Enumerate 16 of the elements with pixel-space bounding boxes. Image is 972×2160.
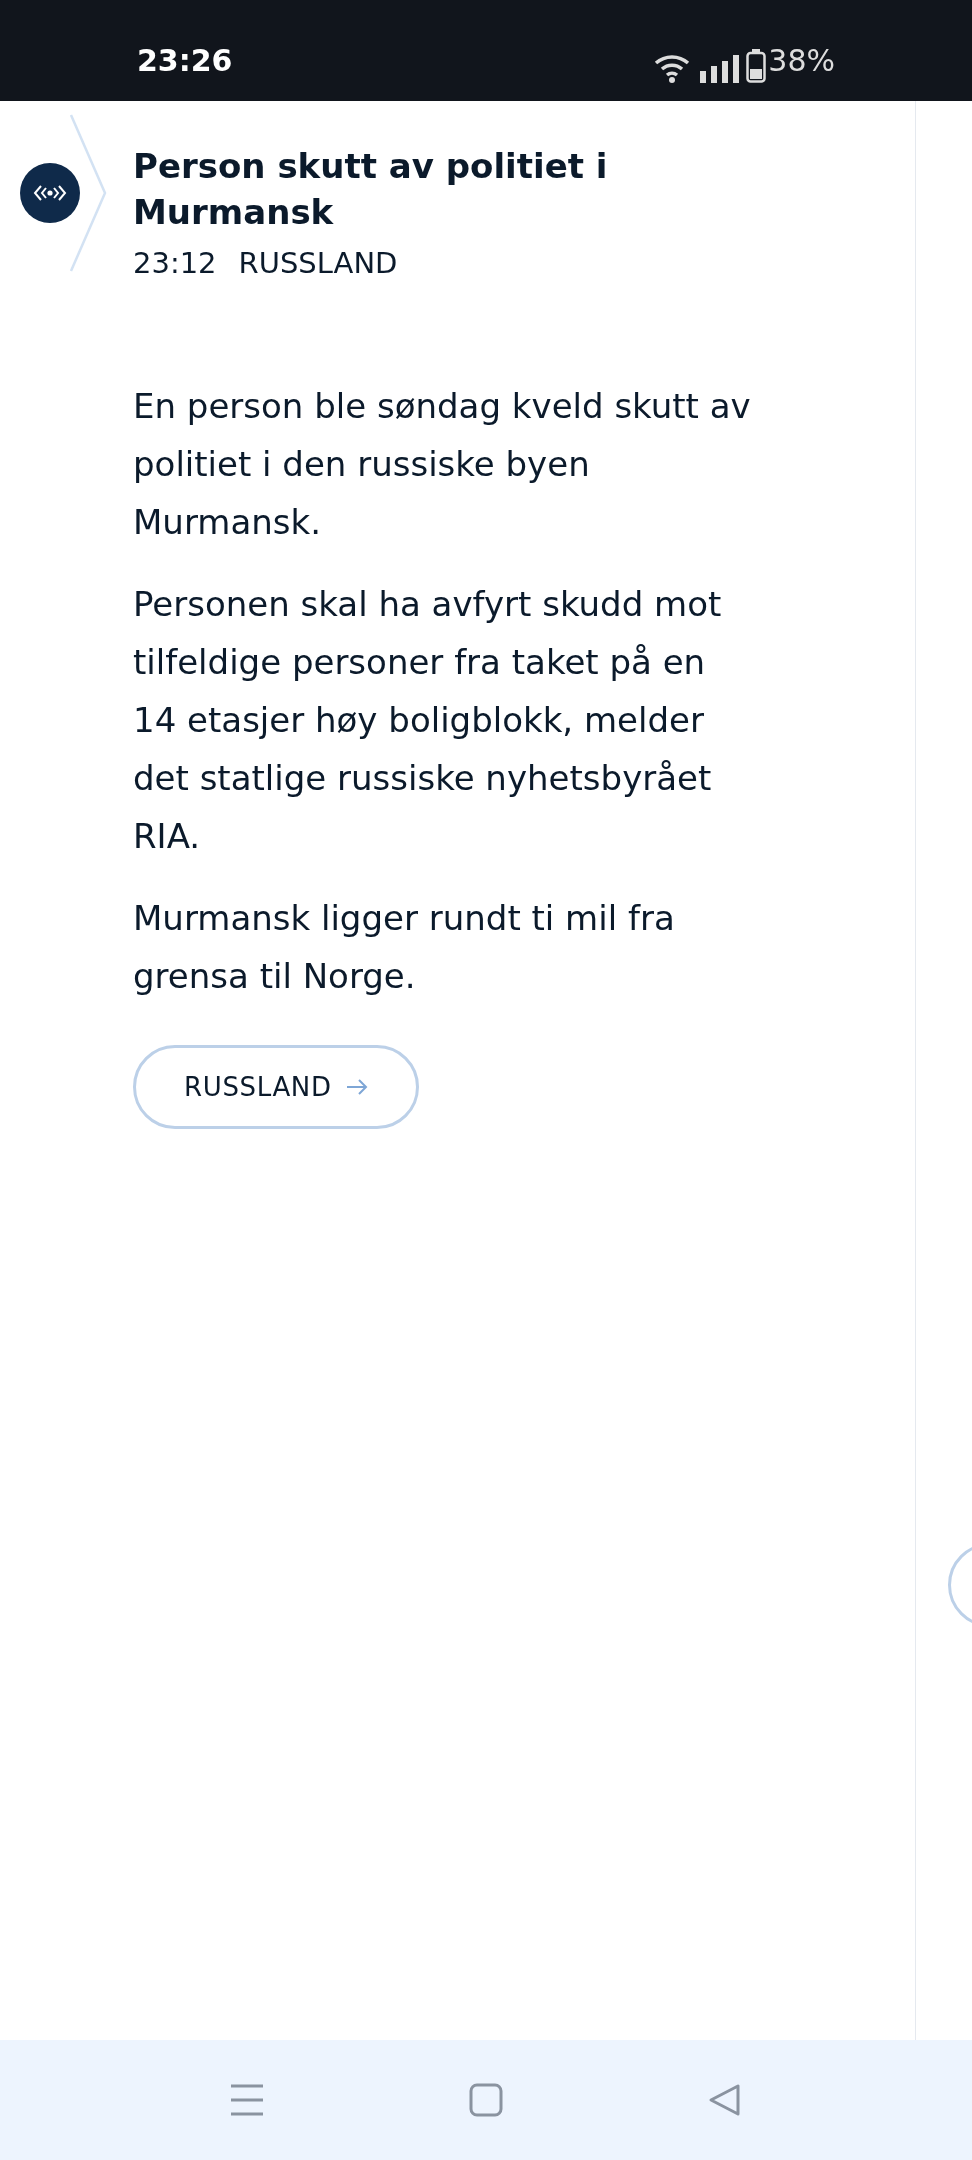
article-category: RUSSLAND [238, 245, 398, 282]
arrow-right-icon [345, 1078, 368, 1096]
article-time: 23:12 [133, 245, 217, 282]
live-icon [20, 163, 80, 223]
back-icon[interactable] [708, 2083, 742, 2117]
article-paragraph: En person ble søndag kveld skutt av politiet i den russiske byen Murmansk. [133, 385, 752, 544]
signal-icon [700, 55, 741, 83]
article-paragraph: Murmansk ligger rundt ti mil fra grensa til Norge. [133, 897, 676, 998]
home-icon[interactable] [469, 2083, 503, 2117]
article-title: Person skutt av politiet i Murmansk [133, 145, 609, 234]
menu-icon[interactable] [230, 2083, 264, 2117]
article-paragraph: Personen skal ha avfyrt skudd mot tilfeldige personer fra taket på en 14 etasjer høy boligblokk, melder det statlige russiske nyhetsbyrået RIA. [133, 583, 723, 858]
battery-percent: 38% [768, 42, 835, 80]
clock: 23:26 [137, 42, 233, 80]
category-link[interactable]: RUSSLAND [133, 1045, 419, 1129]
battery-icon [746, 49, 767, 83]
